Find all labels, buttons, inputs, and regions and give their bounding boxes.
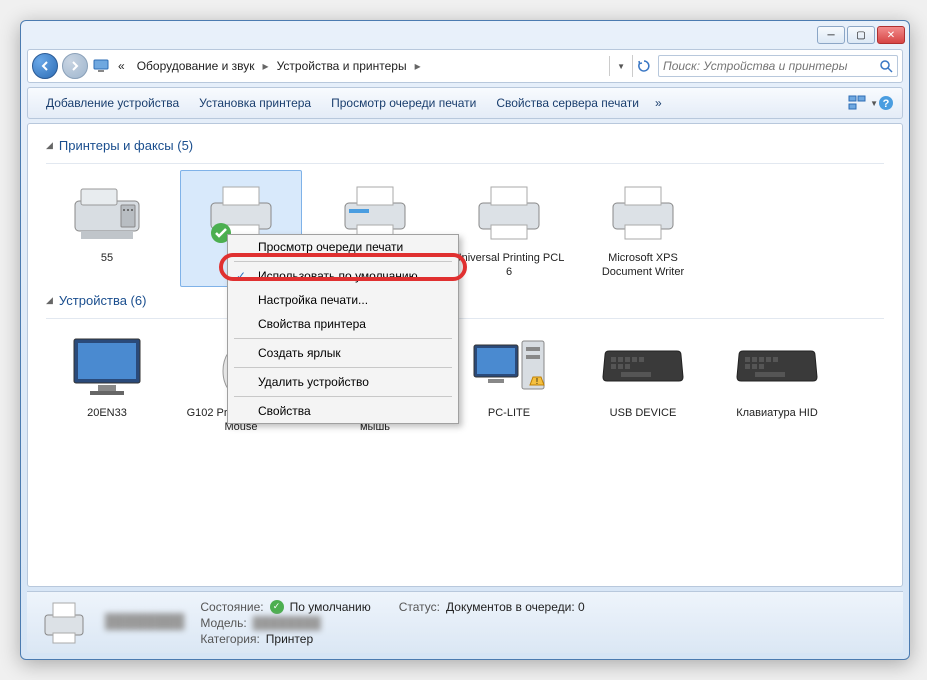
help-icon: ? bbox=[878, 95, 894, 111]
printers-list: 55 Universal Printing PCL 6 bbox=[46, 170, 884, 287]
explorer-window: ─ ▢ ✕ « Оборудование и звук ▸ Устройства… bbox=[20, 20, 910, 660]
group-title-printers: Принтеры и факсы (5) bbox=[59, 138, 193, 153]
titlebar: ─ ▢ ✕ bbox=[21, 21, 909, 49]
menu-separator bbox=[234, 261, 452, 262]
breadcrumb-prefix: « bbox=[114, 57, 129, 75]
collapse-icon: ◢ bbox=[46, 295, 53, 306]
keyboard-icon bbox=[598, 332, 688, 402]
printer-icon bbox=[464, 177, 554, 247]
ctx-set-default[interactable]: ✓ Использовать по умолчанию bbox=[228, 264, 458, 288]
maximize-button[interactable]: ▢ bbox=[847, 26, 875, 44]
chevron-down-icon: ▼ bbox=[870, 99, 878, 108]
item-label: 55 bbox=[101, 251, 113, 265]
category-value: Принтер bbox=[266, 632, 313, 646]
breadcrumb-level1[interactable]: Оборудование и звук bbox=[133, 57, 259, 75]
add-device-button[interactable]: Добавление устройства bbox=[36, 92, 189, 114]
chevron-down-icon[interactable]: ▼ bbox=[614, 62, 628, 71]
default-badge-icon: ✓ bbox=[270, 600, 284, 614]
ctx-remove-device[interactable]: Удалить устройство bbox=[228, 370, 458, 394]
ctx-printer-props[interactable]: Свойства принтера bbox=[228, 312, 458, 336]
search-input[interactable] bbox=[663, 59, 875, 73]
menu-separator bbox=[234, 396, 452, 397]
svg-text:!: ! bbox=[536, 377, 538, 386]
item-label: Universal Printing PCL 6 bbox=[453, 251, 565, 280]
print-server-properties-button[interactable]: Свойства сервера печати bbox=[486, 92, 649, 114]
state-value: По умолчанию bbox=[290, 600, 371, 614]
group-header-printers[interactable]: ◢ Принтеры и факсы (5) bbox=[46, 132, 884, 164]
breadcrumb[interactable]: « Оборудование и звук ▸ Устройства и при… bbox=[92, 57, 605, 75]
status-bar: ████████ Состояние: ✓ По умолчанию Стату… bbox=[27, 591, 903, 653]
view-options-button[interactable]: ▼ bbox=[848, 95, 878, 111]
device-item[interactable]: 20EN33 bbox=[46, 325, 168, 442]
printer-item[interactable]: 55 bbox=[46, 170, 168, 287]
queue-value: Документов в очереди: 0 bbox=[446, 600, 585, 614]
menu-separator bbox=[234, 338, 452, 339]
arrow-right-icon bbox=[69, 60, 81, 72]
group-header-devices[interactable]: ◢ Устройства (6) bbox=[46, 287, 884, 319]
devices-list: 20EN33 G102 Prodigy Gaming Mouse HID-сов… bbox=[46, 325, 884, 442]
menu-separator bbox=[234, 367, 452, 368]
pc-icon: ! bbox=[464, 332, 554, 402]
help-button[interactable]: ? bbox=[878, 95, 894, 111]
ctx-create-shortcut[interactable]: Создать ярлык bbox=[228, 341, 458, 365]
chevron-right-icon: ▸ bbox=[415, 59, 421, 73]
selected-device-name: ████████ bbox=[105, 613, 184, 629]
view-icon bbox=[848, 95, 868, 111]
back-button[interactable] bbox=[32, 53, 58, 79]
device-item[interactable]: Клавиатура HID bbox=[716, 325, 838, 442]
ctx-print-settings[interactable]: Настройка печати... bbox=[228, 288, 458, 312]
printer-item[interactable]: Microsoft XPS Document Writer bbox=[582, 170, 704, 287]
forward-button[interactable] bbox=[62, 53, 88, 79]
printer-icon bbox=[598, 177, 688, 247]
nav-bar: « Оборудование и звук ▸ Устройства и при… bbox=[27, 49, 903, 83]
monitor-icon bbox=[62, 332, 152, 402]
search-box[interactable] bbox=[658, 55, 898, 77]
group-title-devices: Устройства (6) bbox=[59, 293, 147, 308]
content-area: ◢ Принтеры и факсы (5) 55 bbox=[27, 123, 903, 587]
device-item[interactable]: USB DEVICE bbox=[582, 325, 704, 442]
item-label: USB DEVICE bbox=[610, 406, 677, 420]
item-label: Microsoft XPS Document Writer bbox=[587, 251, 699, 280]
context-menu: Просмотр очереди печати ✓ Использовать п… bbox=[227, 234, 459, 424]
queue-key: Статус: bbox=[399, 600, 440, 614]
view-print-queue-button[interactable]: Просмотр очереди печати bbox=[321, 92, 486, 114]
toolbar: Добавление устройства Установка принтера… bbox=[27, 87, 903, 119]
devices-icon bbox=[92, 57, 110, 75]
svg-text:?: ? bbox=[883, 98, 890, 110]
install-printer-button[interactable]: Установка принтера bbox=[189, 92, 321, 114]
status-details: Состояние: ✓ По умолчанию Статус: Докуме… bbox=[200, 600, 584, 646]
device-item[interactable]: ! PC-LITE bbox=[448, 325, 570, 442]
collapse-icon: ◢ bbox=[46, 140, 53, 151]
category-key: Категория: bbox=[200, 632, 259, 646]
chevron-right-icon: ▸ bbox=[263, 59, 269, 73]
printer-icon bbox=[39, 599, 89, 647]
arrow-left-icon bbox=[39, 60, 51, 72]
model-key: Модель: bbox=[200, 616, 246, 630]
close-button[interactable]: ✕ bbox=[877, 26, 905, 44]
window-buttons: ─ ▢ ✕ bbox=[817, 26, 905, 44]
item-label: PC-LITE bbox=[488, 406, 530, 420]
search-icon[interactable] bbox=[879, 59, 893, 73]
state-key: Состояние: bbox=[200, 600, 263, 614]
ctx-set-default-label: Использовать по умолчанию bbox=[258, 269, 418, 283]
item-label: Клавиатура HID bbox=[736, 406, 818, 420]
minimize-button[interactable]: ─ bbox=[817, 26, 845, 44]
item-label: 20EN33 bbox=[87, 406, 127, 420]
breadcrumb-level2[interactable]: Устройства и принтеры bbox=[273, 57, 411, 75]
ctx-properties[interactable]: Свойства bbox=[228, 399, 458, 423]
refresh-button[interactable] bbox=[632, 55, 654, 77]
checkmark-icon: ✓ bbox=[236, 269, 246, 283]
toolbar-overflow-button[interactable]: » bbox=[649, 92, 668, 114]
refresh-icon bbox=[637, 59, 651, 73]
ctx-view-queue[interactable]: Просмотр очереди печати bbox=[228, 235, 458, 259]
keyboard-icon bbox=[732, 332, 822, 402]
model-value: ████████ bbox=[253, 616, 321, 630]
fax-printer-icon bbox=[62, 177, 152, 247]
printer-item[interactable]: Universal Printing PCL 6 bbox=[448, 170, 570, 287]
